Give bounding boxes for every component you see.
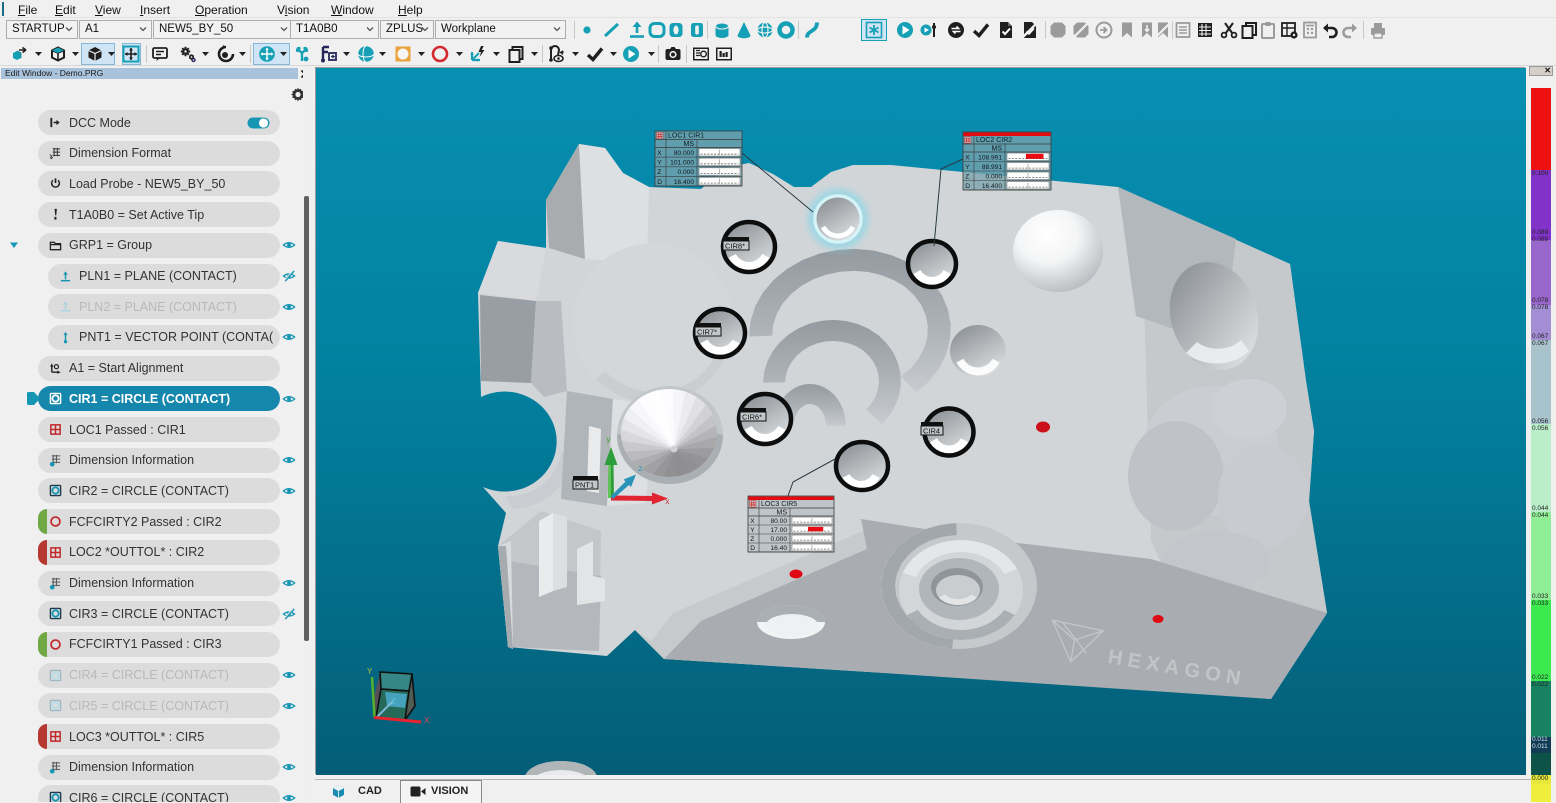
svg-text:80.00: 80.00	[770, 518, 787, 525]
svg-text:D: D	[965, 183, 970, 190]
svg-text:0.000: 0.000	[985, 173, 1002, 180]
svg-text:Y: Y	[657, 160, 662, 167]
svg-text:0.000: 0.000	[677, 169, 694, 176]
svg-text:CIR6*: CIR6*	[742, 413, 762, 422]
svg-text:x: x	[665, 498, 670, 507]
svg-text:80.000: 80.000	[674, 150, 695, 157]
svg-text:0.000: 0.000	[770, 536, 787, 543]
svg-text:LOC1 CIR1: LOC1 CIR1	[668, 133, 704, 140]
svg-text:D: D	[657, 179, 662, 186]
svg-text:88.991: 88.991	[982, 164, 1003, 171]
svg-text:16.40: 16.40	[770, 545, 787, 552]
svg-text:Y: Y	[367, 667, 373, 677]
svg-text:X: X	[424, 716, 430, 726]
svg-text:LOC2 CIR2: LOC2 CIR2	[976, 137, 1012, 144]
svg-text:X: X	[965, 154, 970, 161]
svg-text:Z: Z	[750, 536, 754, 543]
svg-text:z: z	[638, 465, 643, 474]
svg-text:y: y	[606, 436, 611, 445]
svg-text:CIR7*: CIR7*	[697, 328, 717, 337]
svg-text:Z: Z	[657, 169, 661, 176]
svg-text:MS: MS	[777, 510, 788, 517]
svg-text:CIR4: CIR4	[923, 427, 940, 436]
svg-text:Z: Z	[965, 173, 969, 180]
svg-text:X: X	[750, 518, 755, 525]
svg-text:101.000: 101.000	[670, 160, 694, 167]
svg-text:D: D	[750, 545, 755, 552]
svg-text:Y: Y	[965, 164, 970, 171]
svg-text:17.00: 17.00	[770, 527, 787, 534]
svg-text:16.400: 16.400	[982, 183, 1003, 190]
svg-text:CIR8*: CIR8*	[725, 242, 745, 251]
svg-text:LOC3 CIR5: LOC3 CIR5	[761, 501, 797, 508]
svg-text:Y: Y	[750, 527, 755, 534]
svg-text:108.991: 108.991	[978, 154, 1002, 161]
svg-text:Z: Z	[391, 698, 396, 707]
svg-text:X: X	[657, 150, 662, 157]
svg-text:MS: MS	[684, 141, 695, 148]
svg-text:16.400: 16.400	[674, 179, 695, 186]
svg-text:MS: MS	[992, 146, 1003, 153]
svg-text:PNT1: PNT1	[575, 481, 594, 490]
